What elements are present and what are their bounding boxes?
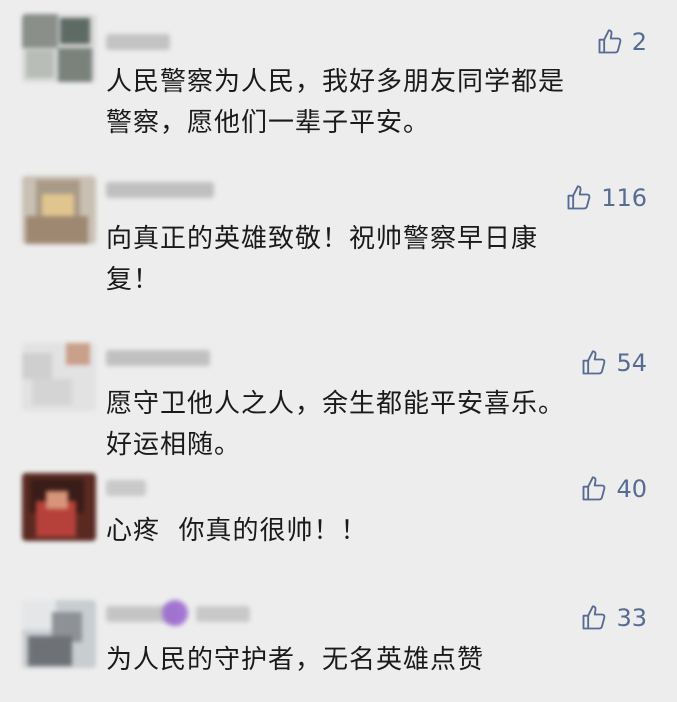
comment-text: 人民警察为人民，我好多朋友同学都是 警察，愿他们一辈子平安。 <box>106 67 566 138</box>
username-blurred[interactable] <box>106 34 170 50</box>
avatar[interactable] <box>22 176 96 244</box>
like-count: 116 <box>601 184 647 212</box>
like-button[interactable]: 54 <box>580 347 647 379</box>
avatar[interactable] <box>22 14 96 82</box>
thumbs-up-icon <box>565 184 593 212</box>
avatar[interactable] <box>22 473 96 541</box>
comment-text: 向真正的英雄致敬！祝帅警察早日康 复！ <box>106 224 539 295</box>
like-count: 33 <box>616 604 647 632</box>
emoji-blurred <box>162 600 188 626</box>
like-count: 40 <box>616 475 647 503</box>
avatar[interactable] <box>22 343 96 411</box>
username-blurred[interactable] <box>106 350 210 366</box>
like-button[interactable]: 116 <box>565 182 647 214</box>
username-blurred[interactable] <box>196 606 250 622</box>
comment-text: 为人民的守护者，无名英雄点赞 <box>106 645 485 675</box>
thumbs-up-icon <box>580 604 608 632</box>
username-blurred[interactable] <box>106 182 214 198</box>
thumbs-up-icon <box>580 349 608 377</box>
like-button[interactable]: 2 <box>596 26 647 58</box>
like-button[interactable]: 40 <box>580 473 647 505</box>
like-count: 2 <box>631 28 647 56</box>
avatar[interactable] <box>22 600 96 668</box>
like-button[interactable]: 33 <box>580 602 647 634</box>
comment-text: 愿守卫他人之人，余生都能平安喜乐。 好运相随。 <box>106 389 566 460</box>
username-blurred[interactable] <box>106 480 146 496</box>
thumbs-up-icon <box>580 475 608 503</box>
thumbs-up-icon <box>596 28 624 56</box>
like-count: 54 <box>616 349 647 377</box>
comment-text: 心疼 你真的很帅！！ <box>106 516 368 546</box>
